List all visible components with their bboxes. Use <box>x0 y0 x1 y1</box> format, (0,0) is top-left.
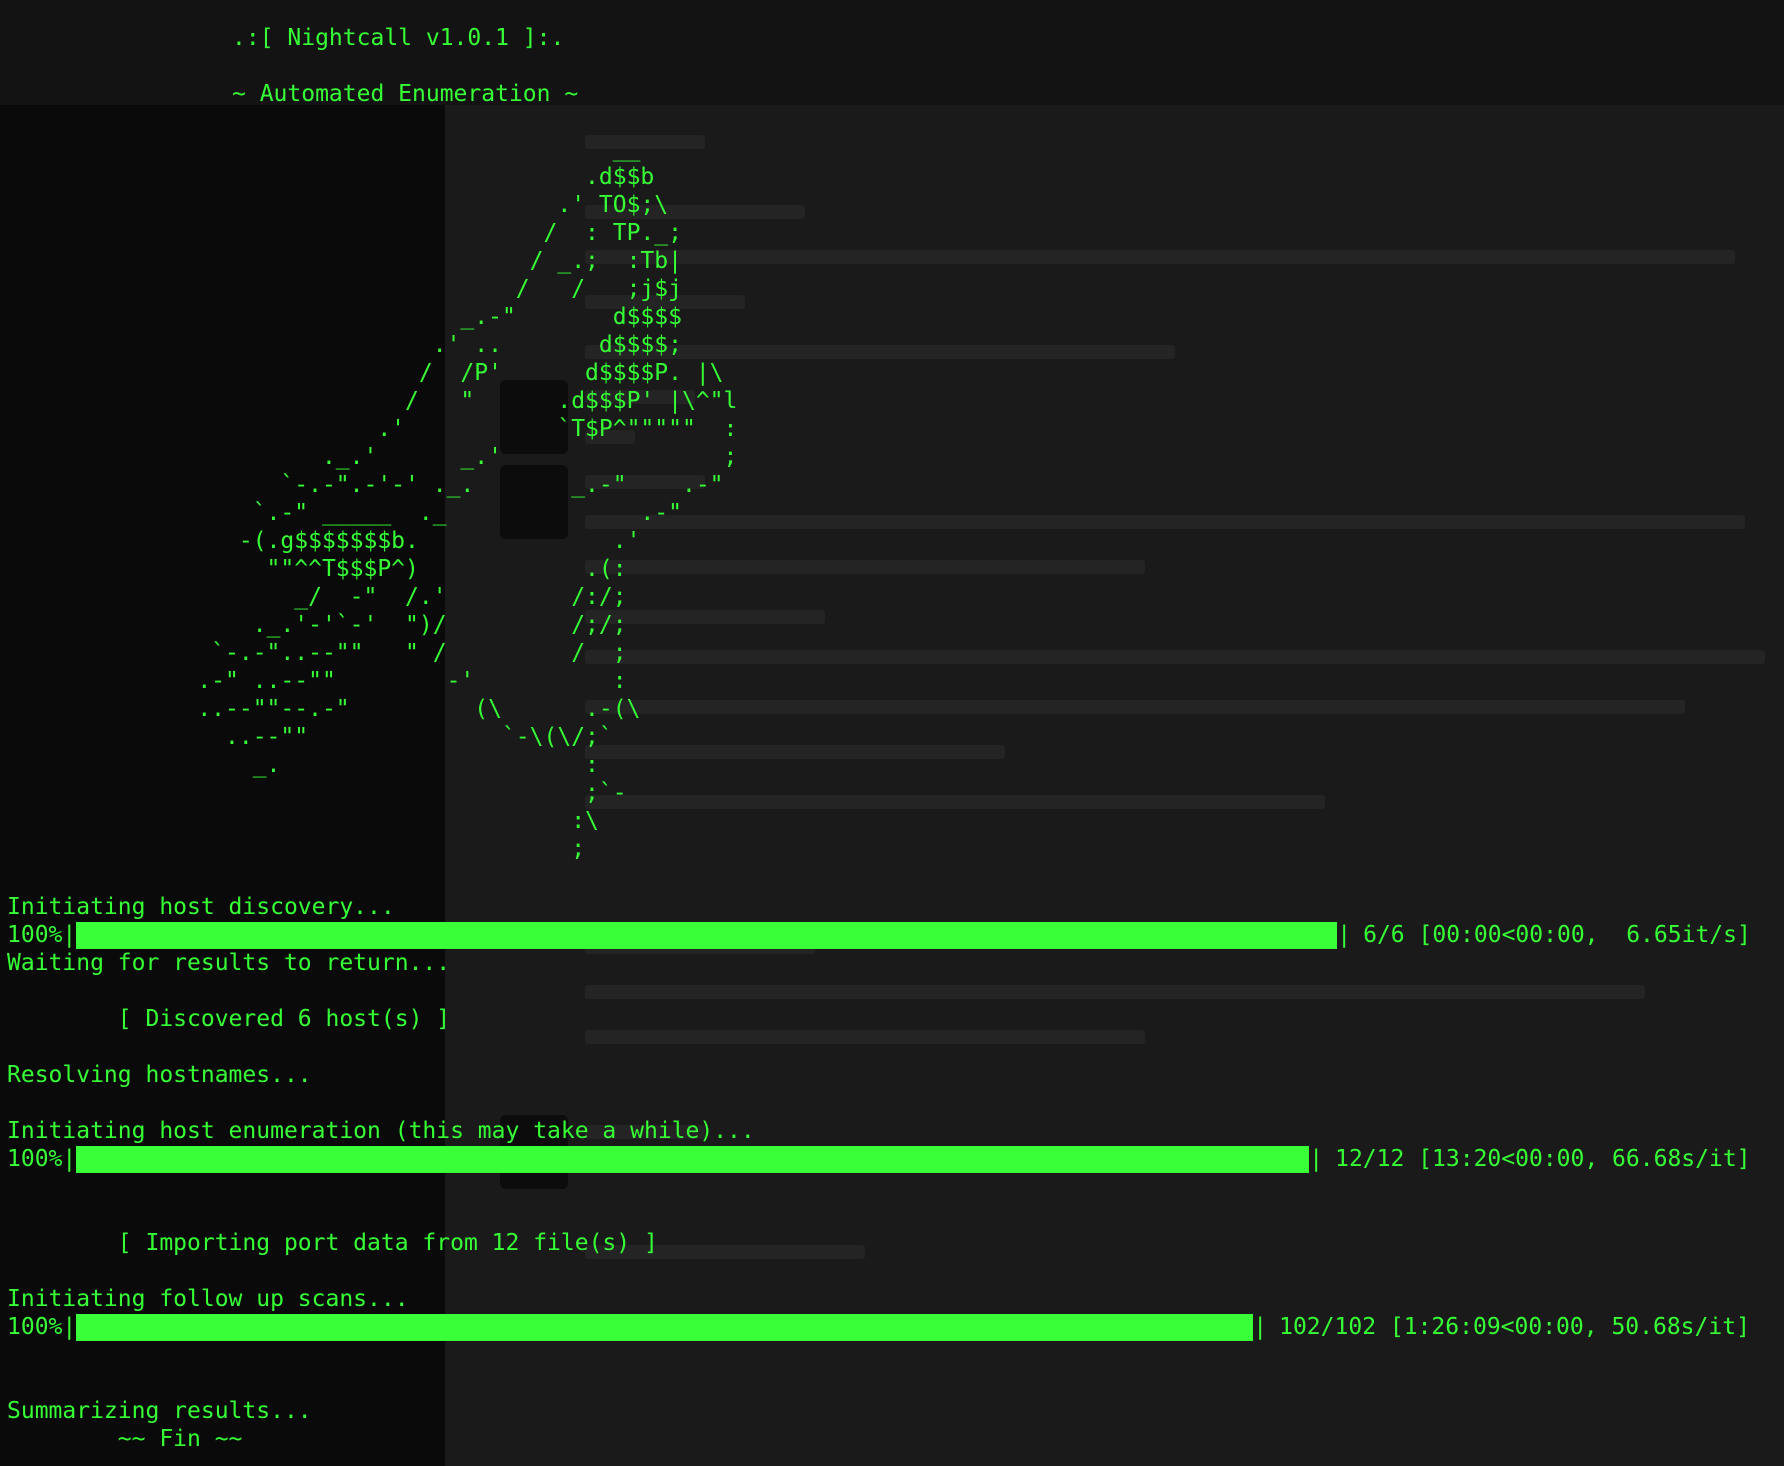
log-follow-up-scans: Initiating follow up scans... <box>7 1286 409 1312</box>
progress-percent: 100% <box>7 1146 63 1172</box>
progress-track <box>76 1145 1310 1173</box>
progress-track <box>76 921 1338 949</box>
banner-title: .:[ Nightcall v1.0.1 ]:. <box>232 25 565 51</box>
log-host-discovery: Initiating host discovery... <box>7 894 395 920</box>
progress-percent: 100% <box>7 1314 63 1340</box>
progress-bar-host-discovery: 100% | | 6/6 [00:00<00:00, 6.65it/s] <box>7 921 1751 949</box>
log-summarizing: Summarizing results... <box>7 1398 312 1424</box>
progress-stats: 6/6 [00:00<00:00, 6.65it/s] <box>1363 922 1751 948</box>
progress-fill <box>76 921 1338 949</box>
terminal-window: .:[ Nightcall v1.0.1 ]:. ~ Automated Enu… <box>0 0 1784 1466</box>
log-importing-port-data: [ Importing port data from 12 file(s) ] <box>7 1230 658 1256</box>
progress-percent: 100% <box>7 922 63 948</box>
progress-track <box>76 1313 1254 1341</box>
log-resolving: Resolving hostnames... <box>7 1062 312 1088</box>
progress-stats: 12/12 [13:20<00:00, 66.68s/it] <box>1335 1146 1751 1172</box>
ascii-art-logo: __ .d$$b .' TO$;\ / : TP._; / _.; :Tb| /… <box>197 136 738 862</box>
progress-stats: 102/102 [1:26:09<00:00, 50.68s/it] <box>1279 1314 1750 1340</box>
log-discovered-hosts: [ Discovered 6 host(s) ] <box>7 1006 451 1032</box>
log-fin: ~~ Fin ~~ <box>7 1426 243 1452</box>
log-waiting: Waiting for results to return... <box>7 950 451 976</box>
banner-subtitle: ~ Automated Enumeration ~ <box>232 81 579 107</box>
progress-bar-host-enumeration: 100% | | 12/12 [13:20<00:00, 66.68s/it] <box>7 1145 1751 1173</box>
progress-bar-follow-up-scans: 100% | | 102/102 [1:26:09<00:00, 50.68s/it] <box>7 1313 1750 1341</box>
progress-fill <box>76 1313 1254 1341</box>
log-host-enumeration: Initiating host enumeration (this may ta… <box>7 1118 755 1144</box>
progress-fill <box>76 1145 1310 1173</box>
